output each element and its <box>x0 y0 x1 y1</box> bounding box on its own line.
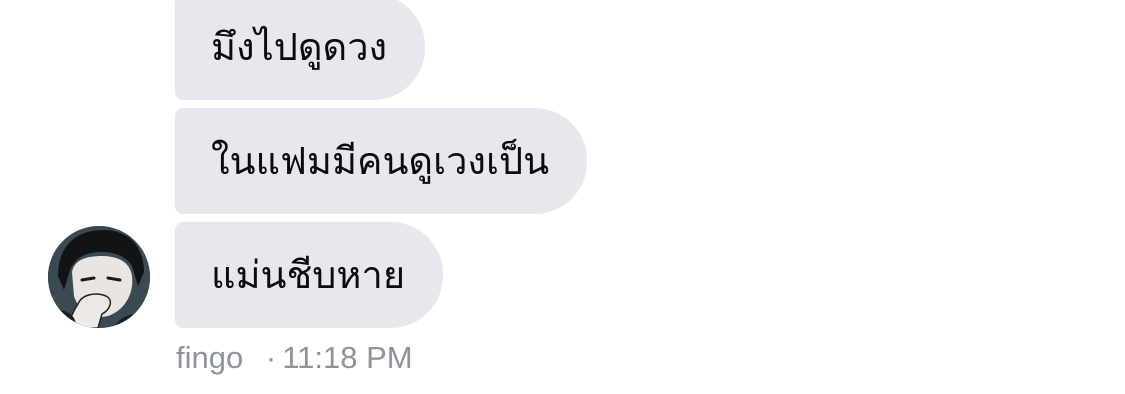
message-timestamp: 11:18 PM <box>282 340 413 375</box>
meta-separator: · <box>265 340 277 375</box>
message-text: มึงไปดูดวง <box>211 25 388 69</box>
sender-name[interactable]: fingo <box>176 340 243 375</box>
message-bubble[interactable]: แม่นชีบหาย <box>175 222 444 328</box>
message-text: แม่นชีบหาย <box>211 253 406 297</box>
message-meta: fingo · 11:18 PM <box>176 340 413 376</box>
message-text: ในแฟมมีคนดูเวงเป็น <box>211 139 550 183</box>
avatar[interactable] <box>48 226 150 328</box>
message-bubble[interactable]: ในแฟมมีคนดูเวงเป็น <box>175 108 588 214</box>
message-group: มึงไปดูดวง ในแฟมมีคนดูเวงเป็น แม่นชีบหาย… <box>0 0 1125 394</box>
avatar-image <box>48 226 150 328</box>
message-bubble[interactable]: มึงไปดูดวง <box>175 0 426 100</box>
